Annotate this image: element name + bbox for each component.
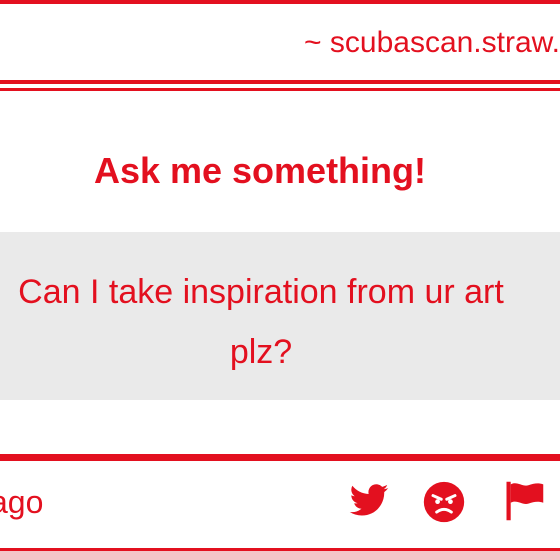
site-link[interactable]: ~ scubascan.straw. bbox=[304, 26, 560, 60]
question-text: Can I take inspiration from ur art plz? bbox=[0, 262, 542, 382]
angry-face-icon-svg bbox=[423, 481, 465, 523]
card-footer bbox=[0, 458, 560, 548]
header-divider bbox=[0, 80, 560, 84]
angry-face-icon[interactable] bbox=[422, 480, 466, 524]
question-line-2: plz? bbox=[229, 333, 293, 371]
header-bar: ~ scubascan.straw. bbox=[0, 4, 560, 80]
bottom-border bbox=[0, 548, 560, 560]
flag-icon[interactable] bbox=[500, 480, 548, 522]
twitter-icon[interactable] bbox=[346, 480, 392, 522]
card-title: Ask me something! bbox=[93, 150, 427, 191]
timestamp: ago bbox=[0, 484, 44, 520]
question-line-1: Can I take inspiration from ur art bbox=[18, 273, 504, 311]
flag-icon-svg bbox=[506, 481, 544, 521]
twitter-icon-svg bbox=[349, 484, 389, 516]
